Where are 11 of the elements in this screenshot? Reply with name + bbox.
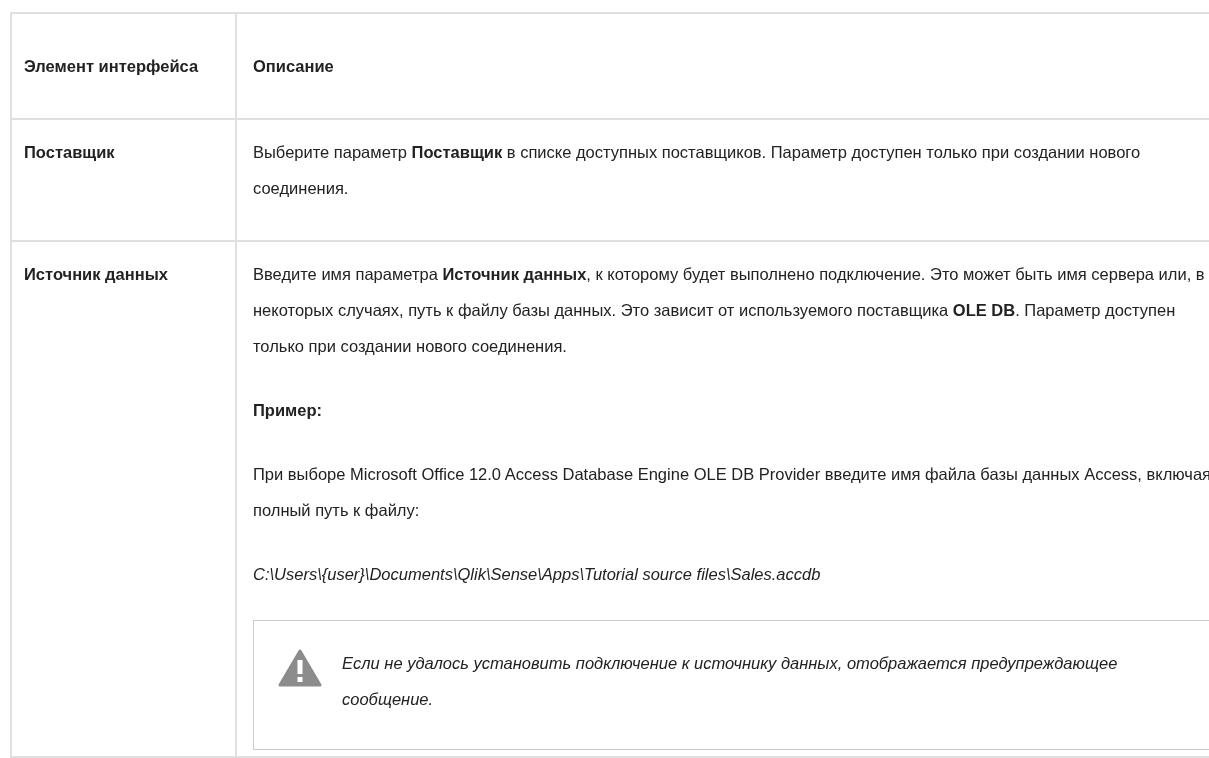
table-cell: Источник данных [12, 242, 237, 756]
header-cell: Элемент интерфейса [12, 14, 237, 118]
description-text: Введите имя параметра Источник данных, к которому будет выполнено подключение. Это может быть имя сервера или, в некоторых случаях, путь к файлу базы данных. Это зависит от используемого поставщика OLE DB. Параметр доступен только при создании нового соединения. [253, 264, 1206, 357]
warning-text: Если не удалось установить подключение к источнику данных, отображается предупреждающее сообщение. [342, 653, 1119, 710]
table-cell: Поставщик [12, 120, 237, 240]
file-path: C:\Users\{user}\Documents\Qlik\Sense\Apps\Tutorial source files\Sales.accdb [253, 564, 822, 585]
description-text: При выборе Microsoft Office 12.0 Access Database Engine OLE DB Provider введите имя файла базы данных Access, включая полный путь к файлу: [253, 464, 1209, 521]
warning-icon [278, 649, 322, 687]
description-text: Выберите параметр Поставщик в списке доступных поставщиков. Параметр доступен только при создании нового соединения. [253, 142, 1142, 199]
header-cell-text: Описание [252, 55, 335, 77]
example-heading: Пример: [253, 400, 324, 421]
